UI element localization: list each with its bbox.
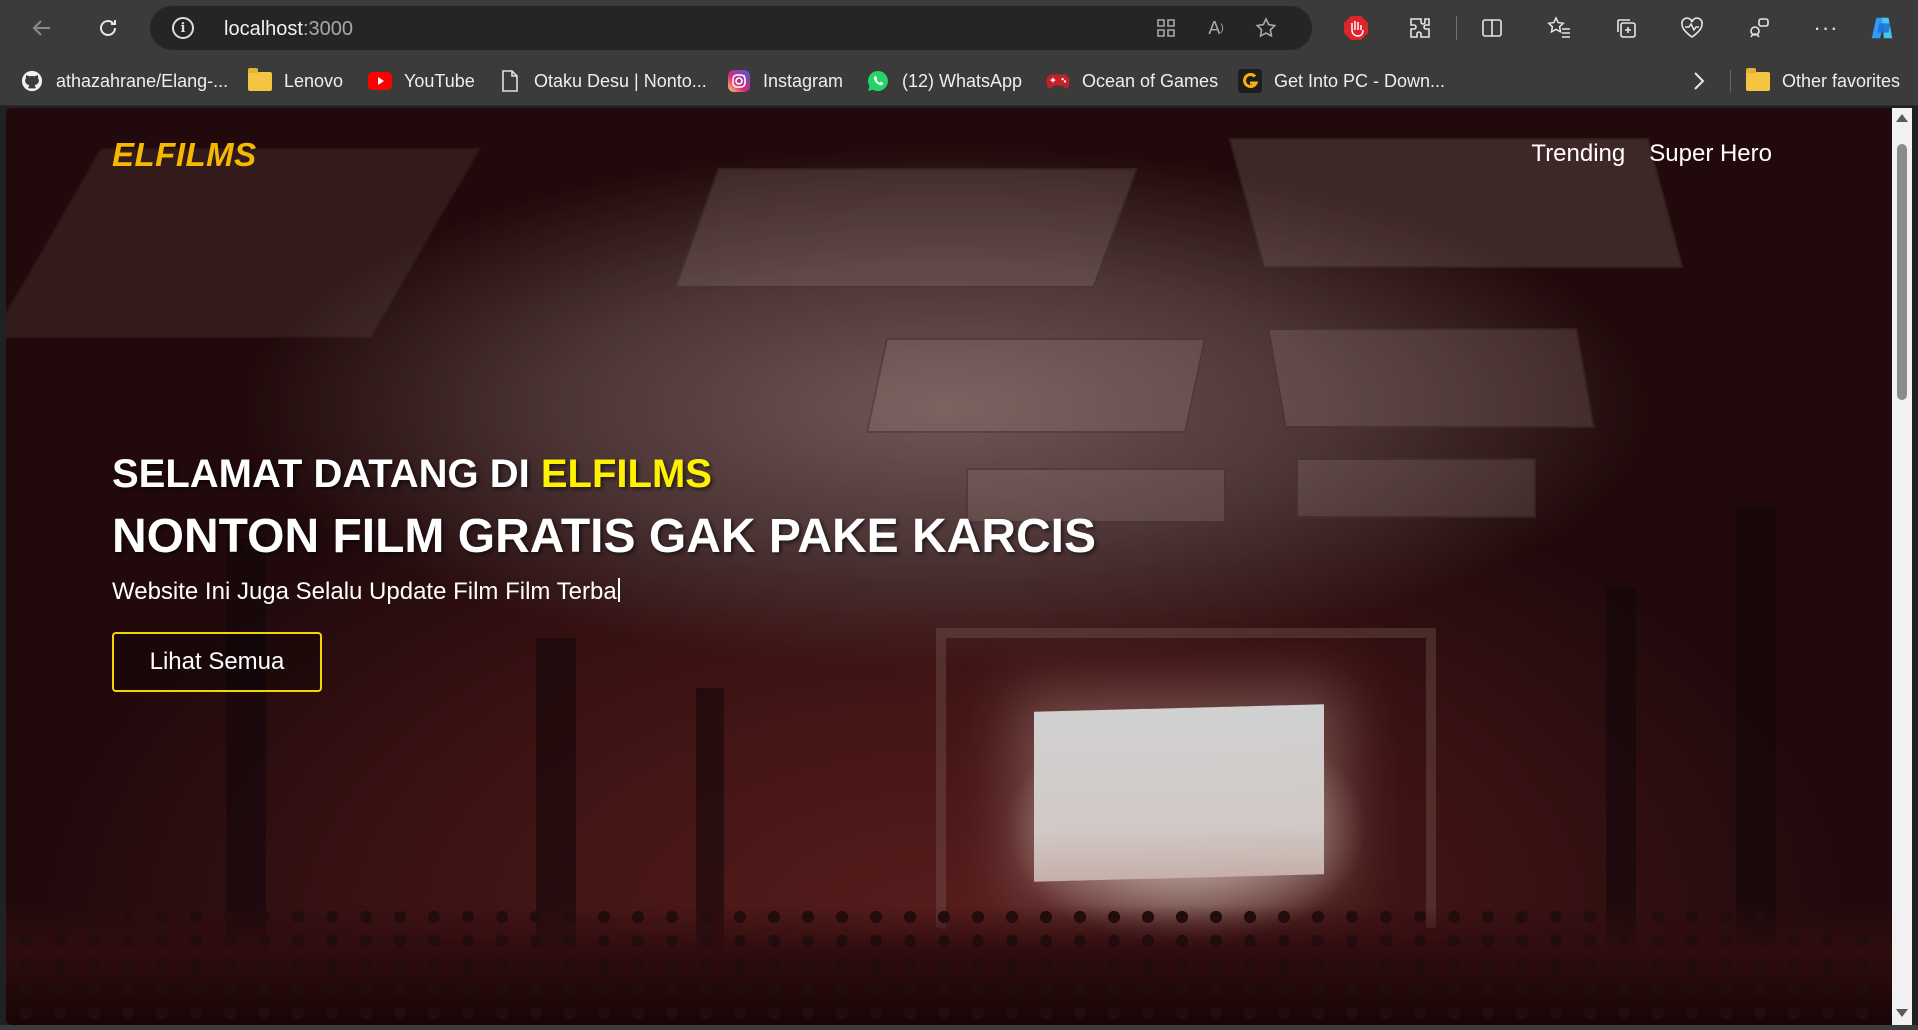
page-scrollbar[interactable] [1892,108,1912,1025]
bookmark-otakudesu[interactable]: Otaku Desu | Nonto... [498,68,707,94]
adblock-extension-icon[interactable] [1342,14,1370,42]
reload-button[interactable] [88,8,128,48]
hero-section: SELAMAT DATANG DI ELFILMS NONTON FILM GR… [112,446,1096,692]
arrow-left-icon [32,20,50,36]
url-host: localhost [224,18,303,40]
collections-icon[interactable] [1612,14,1640,42]
site-logo[interactable]: ELFILMS [112,136,257,174]
bookmark-label: (12) WhatsApp [902,70,1023,91]
site-menu: Trending Super Hero [1531,140,1772,168]
other-favorites[interactable]: Other favorites [1746,67,1901,94]
read-aloud-icon[interactable]: A) [1204,16,1228,40]
nav-link-super-hero[interactable]: Super Hero [1649,140,1772,168]
bookmark-label: Get Into PC - Down... [1274,70,1446,91]
site-info-icon[interactable]: i [172,17,194,39]
hero-typing-line: Website Ini Juga Selalu Update Film Film… [112,578,1096,606]
bookmark-ocean-of-games[interactable]: Ocean of Games [1046,68,1218,94]
bookmark-github[interactable]: athazahrane/Elang-... [20,68,228,94]
typing-cursor [617,578,620,602]
hero-tagline: NONTON FILM GRATIS GAK PAKE KARCIS [112,510,1096,563]
bookmark-label: Ocean of Games [1082,70,1219,91]
page-icon [498,69,522,93]
bookmark-instagram[interactable]: Instagram [727,68,843,94]
welcome-prefix: SELAMAT DATANG DI [112,452,541,496]
typing-text: Website Ini Juga Selalu Update Film Film… [112,578,617,605]
scrollbar-thumb[interactable] [1897,144,1907,400]
folder-icon [248,67,272,93]
bookmarks-divider [1730,70,1731,92]
scroll-down-arrow-icon[interactable] [1896,1009,1908,1017]
url-text[interactable]: localhost:3000 [224,18,353,41]
extensions-icon[interactable] [1406,14,1434,42]
bookmark-youtube[interactable]: YouTube [368,68,475,94]
address-bar[interactable]: i localhost:3000 A) [150,6,1312,50]
bookmark-label: Otaku Desu | Nonto... [534,70,707,91]
bookmark-getintopc[interactable]: Get Into PC - Down... [1238,68,1445,94]
toolbar-divider [1456,16,1457,40]
bookmark-whatsapp[interactable]: (12) WhatsApp [866,68,1022,94]
bookmark-lenovo[interactable]: Lenovo [248,67,344,94]
reload-icon [100,20,116,36]
bookmarks-bar: athazahrane/Elang-... Lenovo YouTube Ota… [0,56,1918,106]
favorites-icon[interactable] [1545,14,1573,42]
page-viewport: ELFILMS Trending Super Hero SELAMAT DATA… [6,108,1892,1025]
scroll-up-arrow-icon[interactable] [1896,114,1908,122]
bookmark-label: Instagram [763,70,844,91]
bookmark-label: athazahrane/Elang-... [56,70,229,91]
url-port: :3000 [302,18,353,40]
browser-essentials-icon[interactable] [1678,14,1706,42]
bookmarks-overflow-button[interactable] [1692,68,1706,94]
bookmark-label: Lenovo [284,70,344,91]
welcome-brand: ELFILMS [540,452,712,496]
site-navbar: ELFILMS Trending Super Hero [6,108,1892,188]
back-button[interactable] [22,8,62,48]
youtube-icon [368,69,392,93]
browser-toolbar: i localhost:3000 A) ··· [0,0,1918,56]
chevron-right-icon [1694,72,1705,90]
split-screen-icon[interactable] [1478,14,1506,42]
bookmark-label: YouTube [404,70,475,91]
getintopc-icon [1238,69,1262,93]
github-icon [20,69,44,93]
instagram-icon [727,69,751,93]
favorite-star-icon[interactable] [1254,16,1278,40]
gamepad-icon [1046,69,1070,93]
more-options-icon[interactable]: ··· [1812,14,1840,42]
hero-welcome-heading: SELAMAT DATANG DI ELFILMS [112,446,1096,502]
whatsapp-icon [866,69,890,93]
window-bottom-edge [0,1025,1918,1030]
other-favorites-label: Other favorites [1782,70,1901,91]
see-all-button[interactable]: Lihat Semua [112,632,322,692]
nav-link-trending[interactable]: Trending [1531,140,1625,168]
copilot-icon[interactable] [1868,14,1896,42]
app-available-icon[interactable] [1154,16,1178,40]
feedback-icon[interactable] [1745,14,1773,42]
folder-icon [1746,67,1770,93]
